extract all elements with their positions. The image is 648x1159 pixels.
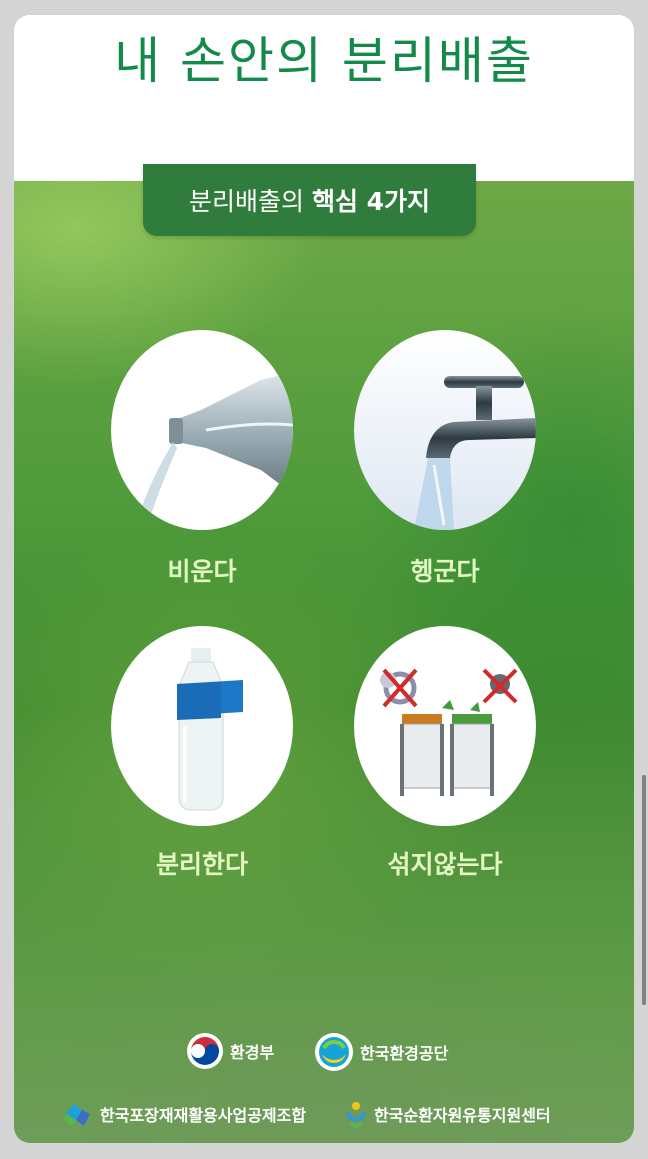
banner-prefix: 분리배출의 xyxy=(188,187,304,216)
korc-emblem-icon xyxy=(346,1102,366,1128)
core-banner: 분리배출의 핵심 4가지 xyxy=(143,164,476,236)
bottle-label-icon xyxy=(177,648,243,811)
kprc-name: 한국포장재재활용사업공제조합 xyxy=(100,1106,307,1125)
moe-logo: 환경부 xyxy=(186,1032,274,1070)
step-separate-label: 분리한다 xyxy=(155,850,248,879)
step-rinse-label: 헹군다 xyxy=(410,557,480,586)
header: 내 손안의 분리배출 xyxy=(14,15,634,181)
pouring-bottle-icon xyxy=(139,372,293,515)
step-rinse-circle[interactable] xyxy=(354,330,536,530)
kprc-emblem-icon xyxy=(64,1104,90,1126)
keco-emblem-icon xyxy=(315,1033,353,1071)
step-empty-label: 비운다 xyxy=(167,557,237,586)
separate-bins-icon xyxy=(380,668,518,796)
banner-emphasis: 핵심 4가지 xyxy=(311,187,431,216)
page-title: 내 손안의 분리배출 xyxy=(114,32,534,90)
scrollbar[interactable] xyxy=(642,775,646,1005)
keco-logo: 한국환경공단 xyxy=(314,1032,448,1072)
korc-logo: 한국순환자원유통지원센터 xyxy=(344,1100,551,1128)
step-nomix-label: 섞지않는다 xyxy=(387,850,503,879)
water-faucet-icon xyxy=(414,376,536,530)
kprc-logo: 한국포장재재활용사업공제조합 xyxy=(62,1098,306,1130)
keco-name: 한국환경공단 xyxy=(360,1044,449,1063)
step-separate-circle[interactable] xyxy=(111,626,293,826)
green-background xyxy=(14,181,634,1143)
moe-name: 환경부 xyxy=(230,1043,275,1062)
taeguk-icon xyxy=(187,1033,223,1069)
step-empty-circle[interactable] xyxy=(111,330,293,530)
step-nomix-circle[interactable] xyxy=(354,626,536,826)
korc-name: 한국순환자원유통지원센터 xyxy=(374,1106,551,1125)
